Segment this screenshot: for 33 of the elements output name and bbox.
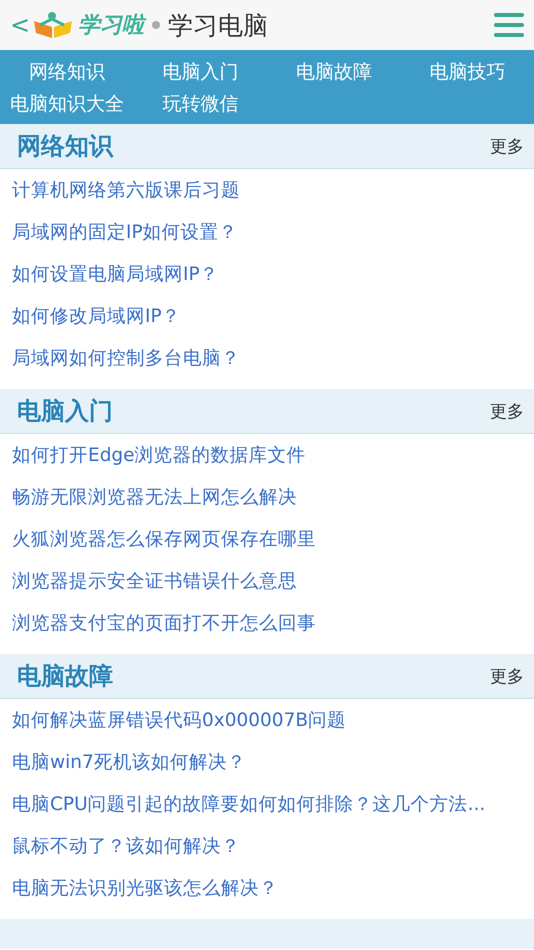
section-title: 电脑入门 [17, 396, 113, 427]
nav-link[interactable]: 玩转微信 [134, 90, 267, 118]
article-link[interactable]: 电脑无法识别光驱该怎么解决？ [0, 868, 534, 910]
more-link[interactable]: 更多 [490, 664, 524, 688]
article-link[interactable]: 畅游无限浏览器无法上网怎么解决 [0, 477, 534, 519]
nav-link[interactable]: 电脑知识大全 [0, 90, 134, 118]
logo-text: 学习啦 [78, 10, 144, 40]
article-link[interactable]: 局域网的固定IP如何设置？ [0, 212, 534, 254]
menu-icon[interactable] [494, 12, 524, 38]
article-link[interactable]: 如何修改局域网IP？ [0, 296, 534, 338]
article-link[interactable]: 局域网如何控制多台电脑？ [0, 338, 534, 380]
page-title: 学习电脑 [168, 10, 269, 42]
book-icon [32, 11, 74, 39]
more-link[interactable]: 更多 [490, 400, 524, 422]
article-link[interactable]: 如何设置电脑局域网IP？ [0, 254, 534, 296]
dot-icon [152, 21, 160, 29]
nav-link[interactable]: 电脑故障 [267, 58, 400, 86]
article-link[interactable]: 如何打开Edge浏览器的数据库文件 [0, 435, 534, 477]
article-link[interactable]: 鼠标不动了？该如何解决？ [0, 826, 534, 868]
nav-link[interactable]: 电脑技巧 [400, 58, 534, 86]
article-link[interactable]: 如何解决蓝屏错误代码0x000007B问题 [0, 700, 534, 742]
article-link[interactable]: 火狐浏览器怎么保存网页保存在哪里 [0, 519, 534, 561]
article-link[interactable]: 计算机网络第六版课后习题 [0, 170, 534, 212]
article-link[interactable]: 浏览器提示安全证书错误什么意思 [0, 561, 534, 603]
section-title: 电脑故障 [17, 661, 113, 692]
article-link[interactable]: 电脑CPU问题引起的故障要如何如何排除？这几个方法... [0, 784, 534, 826]
section-title: 网络知识 [17, 131, 113, 162]
back-button[interactable]: < [10, 11, 28, 39]
article-link[interactable]: 电脑win7死机该如何解决？ [0, 742, 534, 784]
more-link[interactable]: 更多 [490, 134, 524, 158]
nav-link[interactable]: 网络知识 [0, 58, 134, 86]
article-link[interactable]: 浏览器支付宝的页面打不开怎么回事 [0, 603, 534, 645]
nav-link[interactable]: 电脑入门 [134, 58, 267, 86]
